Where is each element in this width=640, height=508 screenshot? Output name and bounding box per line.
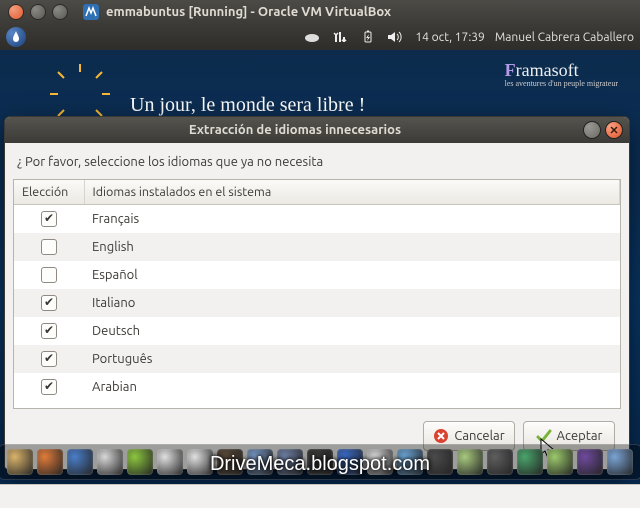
- table-row[interactable]: Español: [14, 261, 620, 289]
- dock-item[interactable]: [187, 449, 213, 475]
- dock-item[interactable]: [547, 449, 573, 475]
- dock-item[interactable]: [517, 449, 543, 475]
- dock[interactable]: [0, 444, 640, 480]
- dock-item[interactable]: [337, 449, 363, 475]
- checkbox[interactable]: [41, 211, 57, 227]
- dock-item[interactable]: [127, 449, 153, 475]
- dialog-close-button[interactable]: [605, 121, 623, 139]
- user-menu[interactable]: Manuel Cabrera Caballero: [495, 31, 634, 44]
- volume-icon[interactable]: [387, 28, 405, 46]
- checkbox[interactable]: [41, 351, 57, 367]
- language-label: Deutsch: [84, 317, 620, 345]
- dock-item[interactable]: [367, 449, 393, 475]
- language-label: Português: [84, 345, 620, 373]
- language-label: Español: [84, 261, 620, 289]
- checkbox[interactable]: [41, 239, 57, 255]
- weather-icon[interactable]: [303, 28, 321, 46]
- table-row[interactable]: Arabian: [14, 373, 620, 401]
- cancel-icon: [433, 428, 449, 444]
- clock[interactable]: 14 oct, 17:39: [415, 31, 484, 44]
- dialog-titlebar[interactable]: Extracción de idiomas innecesarios: [5, 117, 629, 143]
- checkbox[interactable]: [41, 379, 57, 395]
- table-row[interactable]: Deutsch: [14, 317, 620, 345]
- accept-label: Aceptar: [557, 429, 603, 443]
- dialog-minimize-button[interactable]: [583, 121, 601, 139]
- virtualbox-icon: [82, 3, 100, 21]
- top-panel: 14 oct, 17:39 Manuel Cabrera Caballero: [0, 24, 640, 50]
- host-minimize-button[interactable]: [30, 4, 46, 20]
- table-row[interactable]: English: [14, 233, 620, 261]
- host-statusbar: [0, 484, 640, 508]
- start-menu-icon[interactable]: [6, 27, 26, 47]
- cancel-label: Cancelar: [454, 429, 504, 443]
- language-label: English: [84, 233, 620, 261]
- host-titlebar: emmabuntus [Running] - Oracle VM Virtual…: [0, 0, 640, 24]
- sun-decoration: [50, 64, 110, 124]
- checkbox[interactable]: [41, 267, 57, 283]
- dock-item[interactable]: [247, 449, 273, 475]
- checkbox[interactable]: [41, 323, 57, 339]
- dock-item[interactable]: [67, 449, 93, 475]
- dock-item[interactable]: [157, 449, 183, 475]
- dock-item[interactable]: [577, 449, 603, 475]
- table-row[interactable]: Français: [14, 205, 620, 234]
- table-row[interactable]: Português: [14, 345, 620, 373]
- dock-item[interactable]: [217, 449, 243, 475]
- dock-item[interactable]: [427, 449, 453, 475]
- dock-item[interactable]: [97, 449, 123, 475]
- desktop-tagline: Un jour, le monde sera libre !: [130, 94, 365, 117]
- language-removal-dialog: Extracción de idiomas innecesarios ¿ Por…: [4, 116, 630, 470]
- battery-icon[interactable]: [359, 28, 377, 46]
- dock-item[interactable]: [37, 449, 63, 475]
- dock-item[interactable]: [7, 449, 33, 475]
- checkbox[interactable]: [41, 295, 57, 311]
- host-title: emmabuntus [Running] - Oracle VM Virtual…: [106, 5, 391, 19]
- dialog-prompt: ¿ Por favor, seleccione los idiomas que …: [17, 155, 617, 169]
- host-maximize-button[interactable]: [52, 4, 68, 20]
- dock-item[interactable]: [457, 449, 483, 475]
- dock-item[interactable]: [397, 449, 423, 475]
- language-label: Arabian: [84, 373, 620, 401]
- host-close-button[interactable]: [8, 4, 24, 20]
- language-label: Français: [84, 205, 620, 234]
- dock-item[interactable]: [487, 449, 513, 475]
- dock-item[interactable]: [607, 449, 633, 475]
- language-label: Italiano: [84, 289, 620, 317]
- language-table: Elección Idiomas instalados en el sistem…: [13, 179, 621, 409]
- accept-icon: [536, 428, 552, 444]
- table-row[interactable]: Italiano: [14, 289, 620, 317]
- network-icon[interactable]: [331, 28, 349, 46]
- dock-item[interactable]: [277, 449, 303, 475]
- vm-desktop: 14 oct, 17:39 Manuel Cabrera Caballero F…: [0, 24, 640, 484]
- col-choice[interactable]: Elección: [14, 180, 84, 205]
- framasoft-logo: Framasoft les aventures d'un peuple migr…: [505, 60, 618, 88]
- dialog-title: Extracción de idiomas innecesarios: [11, 123, 579, 137]
- col-language[interactable]: Idiomas instalados en el sistema: [84, 180, 620, 205]
- dock-item[interactable]: [307, 449, 333, 475]
